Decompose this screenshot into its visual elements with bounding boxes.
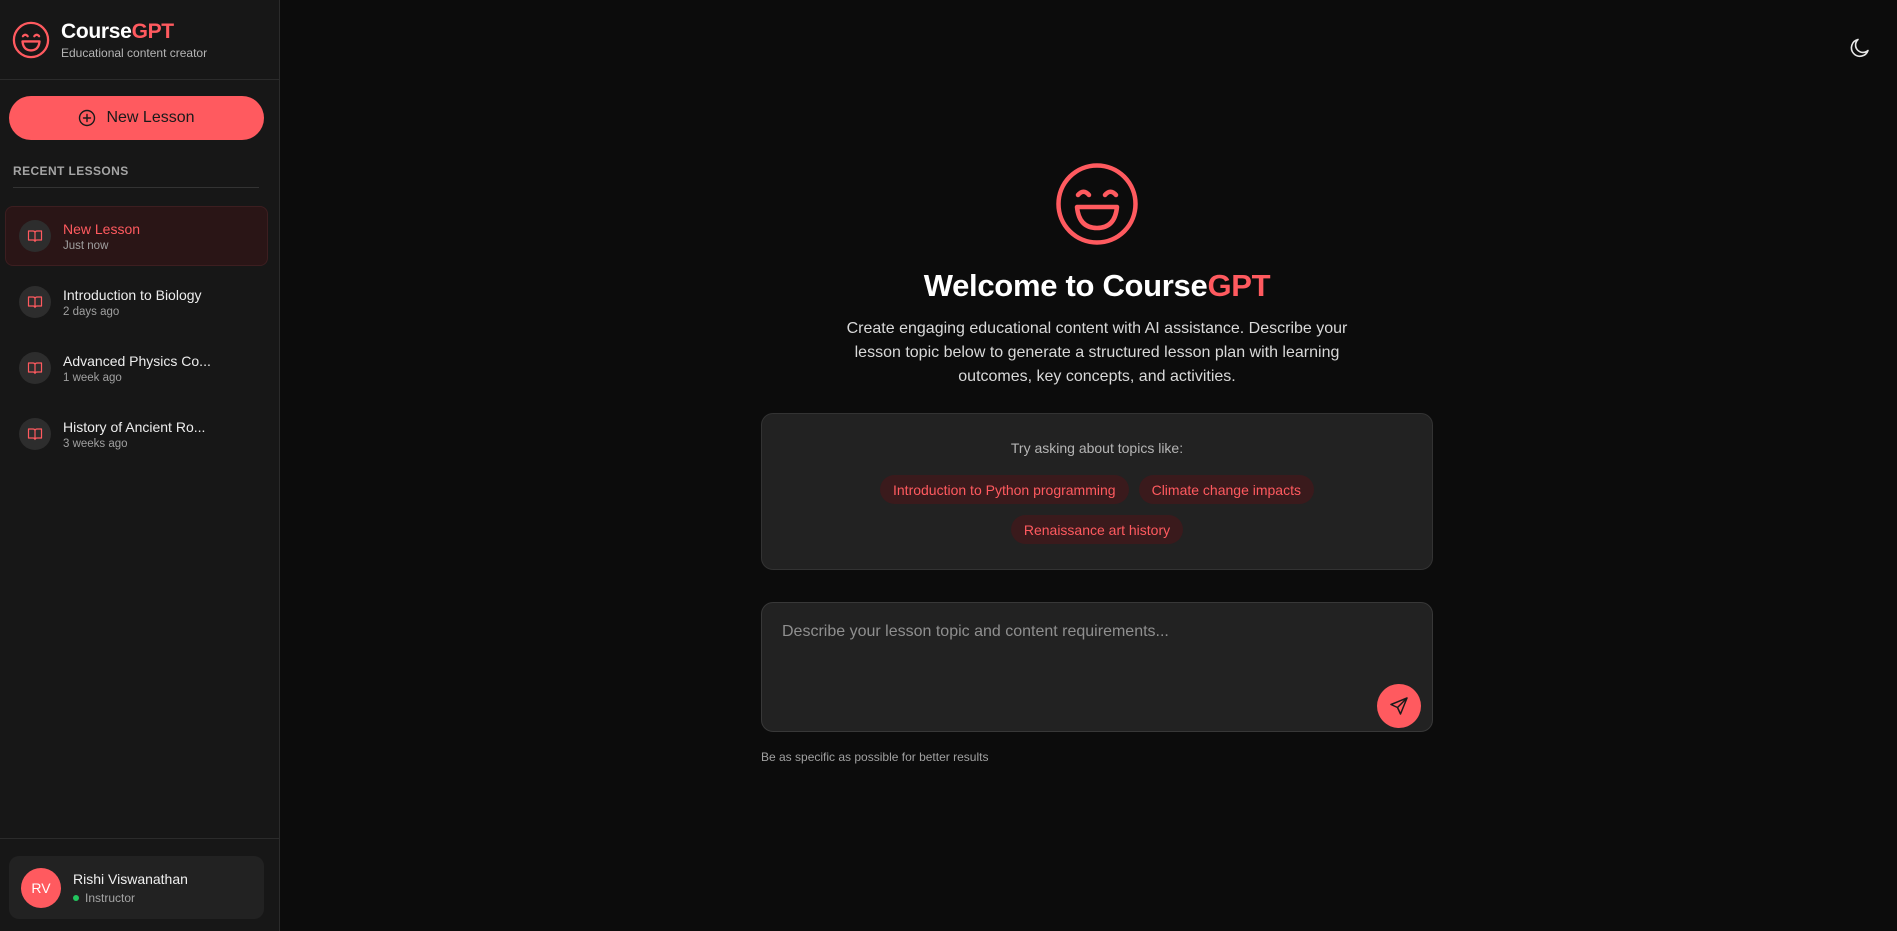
smiley-logo-icon [12,21,50,58]
lesson-name: History of Ancient Ro... [63,418,206,435]
smiley-logo-icon [1056,163,1138,245]
book-open-icon [19,220,51,252]
lesson-name: Advanced Physics Co... [63,352,211,369]
suggestion-chip-python[interactable]: Introduction to Python programming [880,475,1129,504]
suggestion-chip-renaissance[interactable]: Renaissance art history [1010,515,1184,544]
user-name: Rishi Viswanathan [73,870,188,887]
plus-circle-icon [79,109,96,127]
welcome-prefix: Welcome to Course [923,268,1208,303]
lesson-time: Just now [63,239,109,252]
suggestions-panel: Try asking about topics like: Introducti… [761,413,1433,570]
brand: CourseGPT Educational content creator [0,0,279,80]
welcome-accent: GPT [1207,268,1271,303]
lesson-name: Introduction to Biology [63,286,202,303]
book-open-icon [19,352,51,384]
new-lesson-label: New Lesson [106,109,195,126]
welcome-heading: Welcome to CourseGPT [720,268,1474,304]
suggestions-title: Try asking about topics like: [1010,440,1184,456]
book-open-icon [19,286,51,318]
lesson-item-history-of-ancient-rome[interactable]: History of Ancient Ro... 3 weeks ago [5,404,268,464]
new-lesson-button[interactable]: New Lesson [9,96,264,140]
lesson-name: New Lesson [63,220,141,237]
lesson-list: New Lesson Just now Introduction to Biol… [5,206,268,470]
avatar: RV [21,867,61,908]
lesson-item-introduction-to-biology[interactable]: Introduction to Biology 2 days ago [5,272,268,332]
user-role-label: Instructor [85,890,136,905]
brand-text: CourseGPT Educational content creator [61,20,207,60]
lesson-item-new-lesson[interactable]: New Lesson Just now [5,206,268,266]
send-icon [1390,697,1408,715]
intro-text: Create engaging educational content with… [846,320,1348,385]
lesson-item-advanced-physics[interactable]: Advanced Physics Co... 1 week ago [5,338,268,398]
lesson-time: 1 week ago [63,371,122,384]
theme-toggle-button[interactable] [1847,35,1873,61]
user-area: RV Rishi Viswanathan Instructor [0,838,280,931]
brand-name-main: Course [61,19,132,43]
user-role: Instructor [73,891,188,905]
divider [13,187,259,188]
recent-lessons-heading: RECENT LESSONS [13,164,129,178]
sidebar: CourseGPT Educational content creator Ne… [0,0,280,931]
lesson-time: 3 weeks ago [63,437,128,450]
book-open-icon [19,418,51,450]
moon-icon [1850,38,1869,57]
suggestion-chip-climate[interactable]: Climate change impacts [1138,475,1314,504]
brand-title: CourseGPT [61,20,207,44]
lesson-input-box [761,602,1433,732]
online-status-dot [73,894,79,901]
suggestion-row: Introduction to Python programming Clima… [762,475,1432,504]
user-profile-card[interactable]: RV Rishi Viswanathan Instructor [9,856,264,919]
brand-name-accent: GPT [131,19,175,43]
input-hint: Be as specific as possible for better re… [761,750,989,764]
send-button[interactable] [1377,684,1421,728]
lesson-topic-input[interactable] [782,623,1382,703]
brand-subtitle: Educational content creator [61,45,208,60]
lesson-time: 2 days ago [63,305,120,318]
suggestion-row: Renaissance art history [762,515,1432,544]
